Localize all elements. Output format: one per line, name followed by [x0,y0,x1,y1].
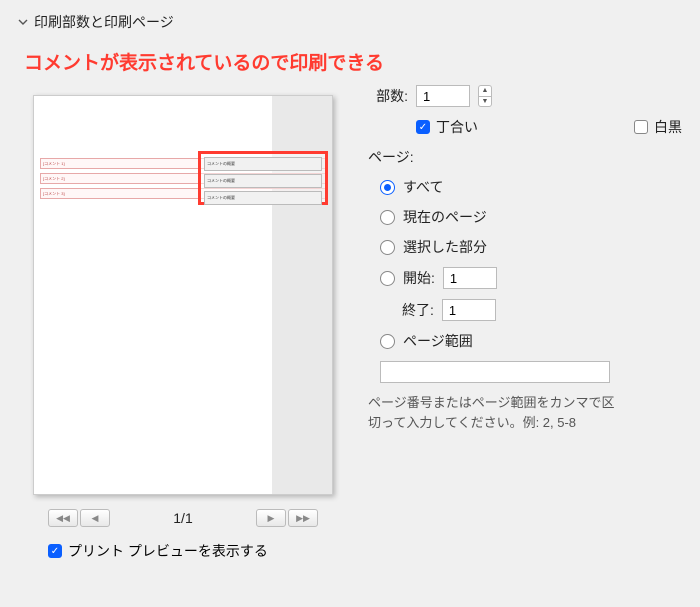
pages-current-radio[interactable] [380,210,395,225]
bw-checkbox[interactable] [634,120,648,134]
pages-from-input[interactable] [443,267,497,289]
pages-selection-label: 選択した部分 [403,237,487,257]
pages-range-label: ページ範囲 [403,331,473,351]
comments-highlight-box: コメントの概要 コメントの概要 コメントの概要 [198,151,328,205]
copies-input[interactable] [416,85,470,107]
annotation-text: コメントが表示されているので印刷できる [24,48,682,75]
chevron-down-icon [18,17,28,27]
page-indicator: 1/1 [173,510,192,526]
pages-hint: ページ番号またはページ範囲をカンマで区切って入力してください。例: 2, 5-8 [368,393,618,432]
copies-stepper[interactable]: ▲ ▼ [478,85,492,107]
pages-from-radio[interactable] [380,271,395,286]
collate-label: 丁合い [436,117,478,137]
pages-all-label: すべて [403,177,443,197]
bw-label: 白黒 [654,117,682,137]
pages-to-label: 終了: [402,300,434,320]
collate-checkbox[interactable] [416,120,430,134]
pages-current-label: 現在のページ [403,207,487,227]
comment-item: コメントの概要 [204,174,322,188]
copies-label: 部数: [368,86,408,106]
stepper-up-icon[interactable]: ▲ [478,85,492,96]
section-header[interactable]: 印刷部数と印刷ページ [18,12,682,32]
stepper-down-icon[interactable]: ▼ [478,96,492,108]
comment-item: コメントの概要 [204,191,322,205]
next-page-button[interactable]: ▶ [256,509,286,527]
preview-nav-first-prev: ◀◀ ◀ [48,509,110,527]
show-preview-label: プリント プレビューを表示する [68,541,268,561]
prev-page-button[interactable]: ◀ [80,509,110,527]
first-page-button[interactable]: ◀◀ [48,509,78,527]
last-page-button[interactable]: ▶▶ [288,509,318,527]
show-preview-checkbox[interactable] [48,544,62,558]
pages-selection-radio[interactable] [380,240,395,255]
section-title: 印刷部数と印刷ページ [34,12,174,32]
pages-from-label: 開始: [403,268,435,288]
pages-range-input[interactable] [380,361,610,383]
comment-item: コメントの概要 [204,157,322,171]
pages-range-radio[interactable] [380,334,395,349]
pages-to-input[interactable] [442,299,496,321]
pages-all-radio[interactable] [380,180,395,195]
preview-nav-next-last: ▶ ▶▶ [256,509,318,527]
pages-label: ページ: [368,147,682,167]
print-preview-page: [コメント 1] [コメント 2] [コメント 3] コメントの概要 コメントの… [33,95,333,495]
